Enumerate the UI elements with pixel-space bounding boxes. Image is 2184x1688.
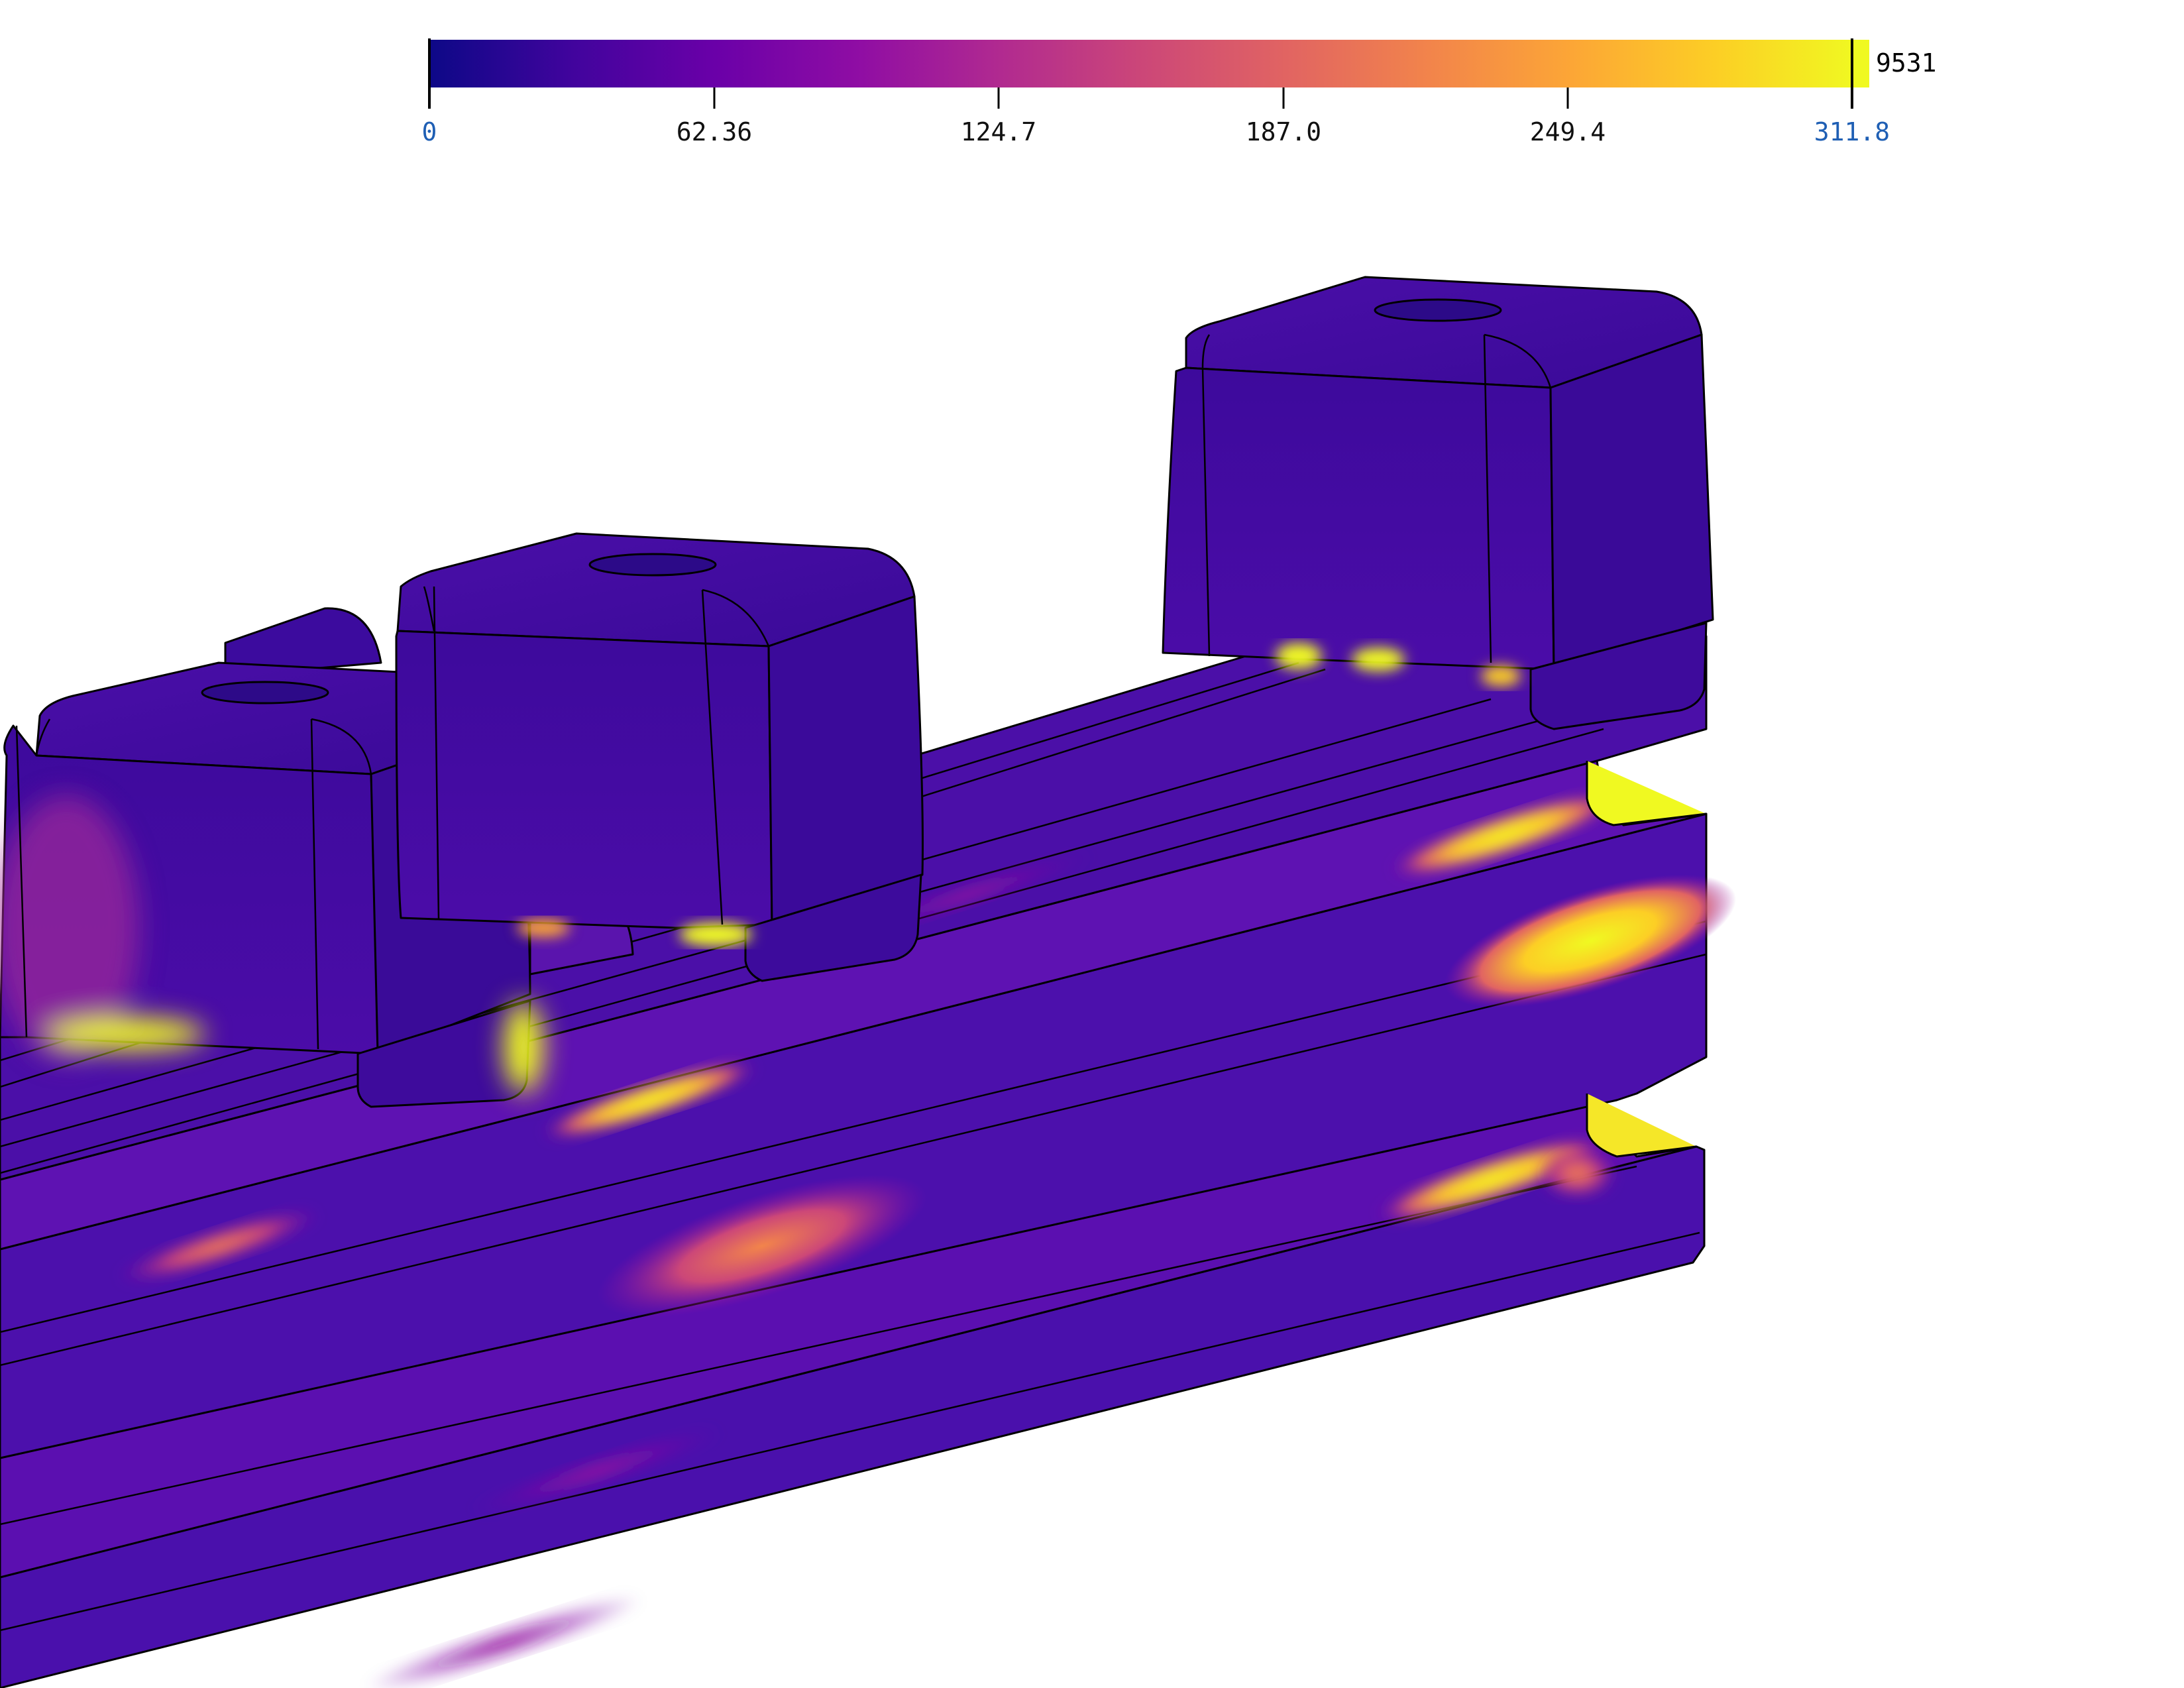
colorbar-tick-label-2: 124.7 [961,117,1036,146]
clamp-block-right-front [1162,366,1555,671]
colorbar-overflow-label: 9531 [1876,48,1937,78]
colorbar-tick-label-1: 62.36 [677,117,752,146]
fem-model[interactable] [0,276,1751,1688]
colorbar-tick-label-0: 0 [422,117,437,146]
rail-end-notch-lower [1586,1094,1697,1158]
rail-end-notch-upper [1586,761,1707,826]
colorbar-gradient [429,40,1857,87]
clamp-block-left-hole [201,681,329,704]
colorbar-overflow-swatch [1857,40,1869,87]
clamp-block-middle[interactable] [395,532,924,982]
clamp-block-middle-front [395,630,773,929]
colorbar-tick-label-4: 249.4 [1530,117,1606,146]
clamp-block-middle-hole [588,553,717,577]
clamp-block-right-side [1549,333,1714,671]
colorbar-tick-label-5: 311.8 [1814,117,1890,146]
clamp-block-middle-side [767,595,924,926]
stress-plot-canvas[interactable]: 9531 0 62.36 124.7 187.0 249.4 311.8 [0,0,2184,1688]
clamp-block-right-hole [1374,298,1502,322]
colorbar: 9531 0 62.36 124.7 187.0 249.4 311.8 [422,38,1937,146]
colorbar-tick-label-3: 187.0 [1246,117,1321,146]
